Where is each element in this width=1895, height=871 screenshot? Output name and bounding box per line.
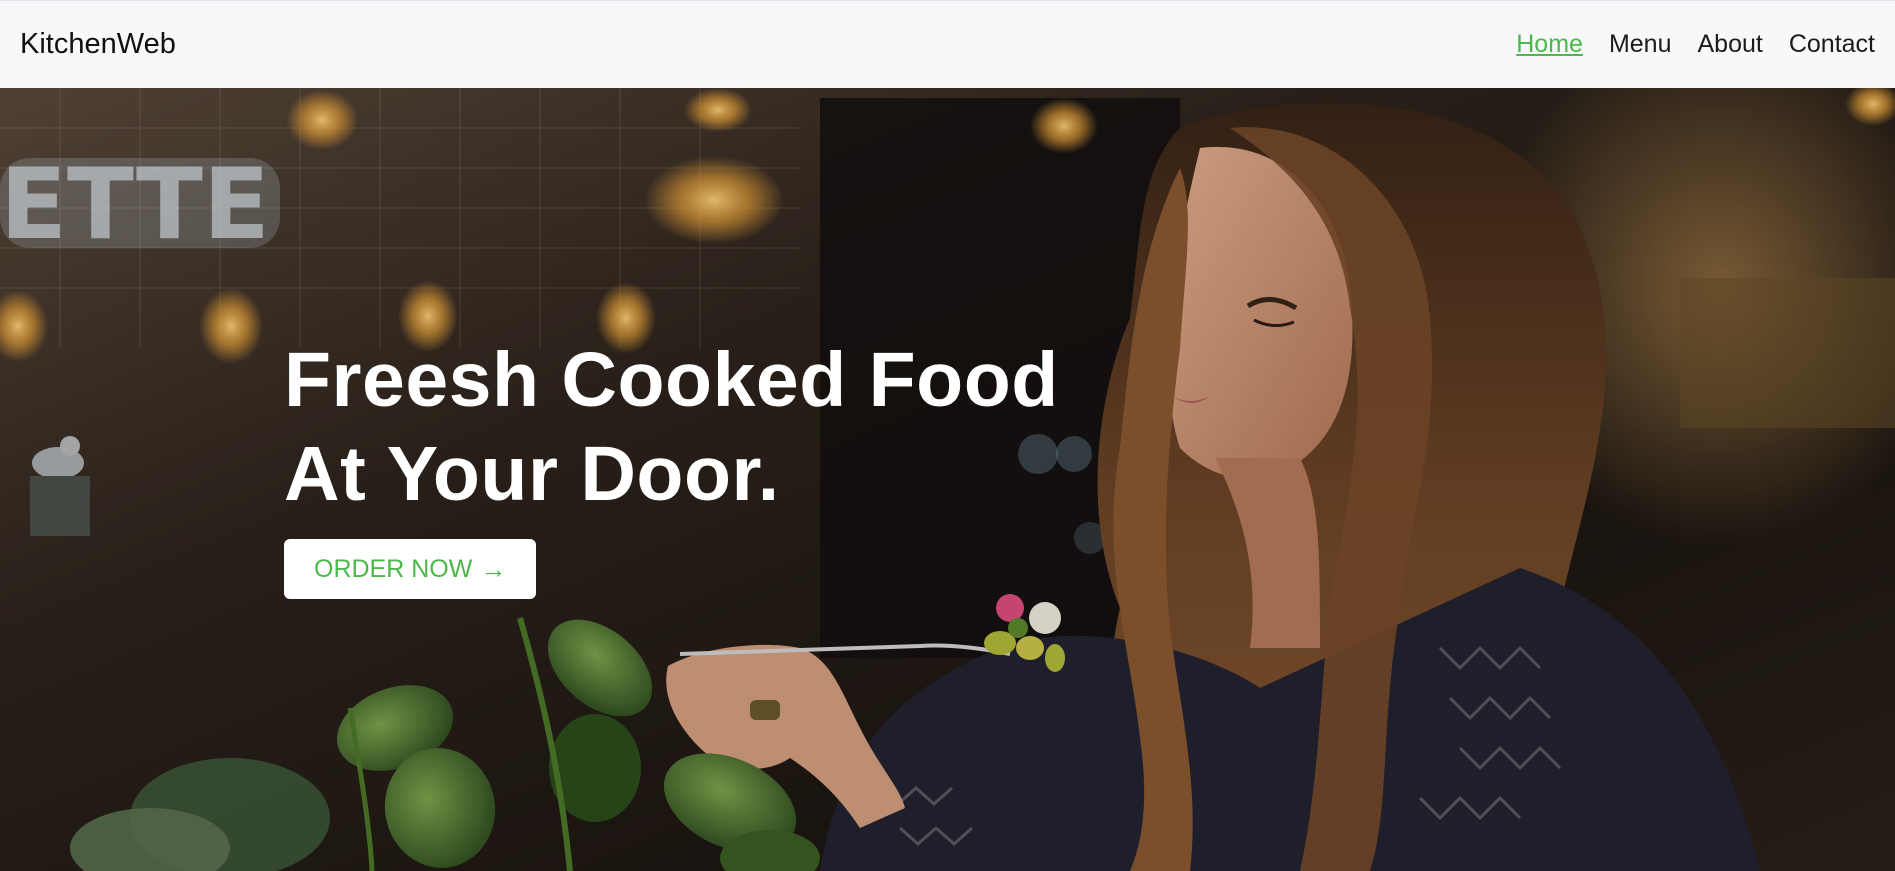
order-now-label: ORDER NOW [314, 554, 473, 583]
hero-section: ETTE Freesh Cooked Food At Your Door. OR… [0, 88, 1895, 871]
hero-content: Freesh Cooked Food At Your Door. ORDER N… [284, 333, 1184, 599]
nav-link-contact[interactable]: Contact [1789, 30, 1875, 59]
nav-link-menu[interactable]: Menu [1609, 30, 1672, 59]
nav-links: Home Menu About Contact [1490, 30, 1875, 59]
hero-title-line-2: At Your Door. [284, 431, 780, 517]
navbar: KitchenWeb Home Menu About Contact [0, 0, 1895, 88]
arrow-right-icon: → [480, 553, 507, 584]
nav-link-about[interactable]: About [1697, 30, 1762, 59]
brand-logo[interactable]: KitchenWeb [20, 28, 176, 61]
hero-title: Freesh Cooked Food At Your Door. [284, 333, 1184, 521]
nav-link-home[interactable]: Home [1516, 30, 1583, 59]
hero-title-line-1: Freesh Cooked Food [284, 337, 1059, 423]
order-now-button[interactable]: ORDER NOW → [284, 539, 537, 599]
